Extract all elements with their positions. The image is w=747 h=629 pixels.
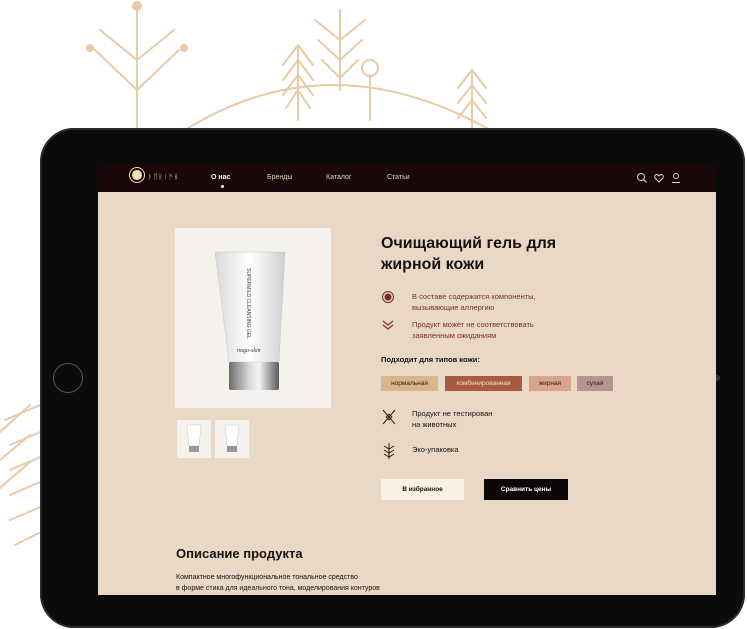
user-icon[interactable]: [670, 172, 682, 184]
skin-types-title: Подходит для типов кожи:: [381, 355, 480, 364]
nav-item-articles[interactable]: Статьи: [387, 174, 410, 181]
heart-icon[interactable]: [653, 172, 665, 184]
logo-sun-icon[interactable]: [132, 170, 142, 180]
product-thumbnail-2[interactable]: [215, 420, 249, 458]
logo-text[interactable]: ᚦᛖᚱᛁᚫᚺ: [148, 174, 179, 181]
top-navigation-bar: ᚦᛖᚱᛁᚫᚺ О нас Бренды Каталог Статьи: [98, 165, 716, 192]
product-main-image[interactable]: SUPERMILD CLEANSING GEL noga-skin: [175, 228, 331, 408]
expectation-warning-line-2: заявленным ожиданиям: [412, 331, 497, 340]
product-title: Очищающий гель для жирной кожи: [381, 233, 631, 275]
description-heading: Описание продукта: [176, 546, 303, 561]
eco-packaging-label: Эко-упаковка: [412, 445, 459, 454]
not-tested-feature: Продукт не тестирован на животных: [381, 408, 581, 432]
nav-item-about[interactable]: О нас: [211, 174, 230, 181]
tube-label-text: SUPERMILD CLEANSING GEL: [245, 268, 251, 339]
skin-type-chip-dry[interactable]: сухая: [577, 376, 613, 391]
tablet-screen: ᚦᛖᚱᛁᚫᚺ О нас Бренды Каталог Статьи SUPER…: [98, 165, 716, 595]
product-title-line-2: жирной кожи: [381, 256, 485, 273]
skin-type-chip-oily[interactable]: жирная: [529, 376, 571, 391]
allergen-warning: В составе содержатся компоненты, вызываю…: [381, 291, 601, 315]
add-to-favorites-button[interactable]: В избранное: [381, 479, 464, 500]
cleansing-gel-tube-image: SUPERMILD CLEANSING GEL noga-skin: [214, 251, 286, 390]
expectation-warning-line-1: Продукт может не соответствовать: [412, 320, 534, 329]
tube-brand-text: noga-skin: [237, 348, 261, 354]
not-tested-line-1: Продукт не тестирован: [412, 409, 493, 418]
eco-packaging-feature: Эко-упаковка: [381, 443, 581, 464]
nav-item-catalog[interactable]: Каталог: [326, 174, 351, 181]
allergen-icon: [382, 291, 394, 303]
skin-type-chip-normal[interactable]: нормальная: [381, 376, 438, 391]
not-tested-icon: [382, 409, 396, 425]
product-title-line-1: Очищающий гель для: [381, 235, 557, 252]
description-line-2: в форме стика для идеального тона, модел…: [176, 585, 380, 592]
search-icon[interactable]: [636, 172, 648, 184]
allergen-warning-line-2: вызывающие аллергию: [412, 303, 495, 312]
nav-item-brands[interactable]: Бренды: [267, 174, 292, 181]
description-line-1: Компактное многофункциональное тональное…: [176, 574, 358, 581]
skin-type-chip-combined[interactable]: комбинированная: [445, 376, 522, 391]
eco-icon: [383, 443, 395, 459]
product-thumbnail-1[interactable]: [177, 420, 211, 458]
description-text: Компактное многофункциональное тональное…: [176, 572, 476, 594]
allergen-warning-line-1: В составе содержатся компоненты,: [412, 292, 536, 301]
expectation-warning: Продукт может не соответствовать заявлен…: [381, 319, 601, 343]
not-tested-line-2: на животных: [412, 420, 457, 429]
tablet-home-button: [53, 363, 83, 393]
nav-active-indicator: [221, 185, 224, 188]
double-chevron-icon: [382, 320, 394, 330]
compare-prices-button[interactable]: Сравнить цены: [484, 479, 568, 500]
